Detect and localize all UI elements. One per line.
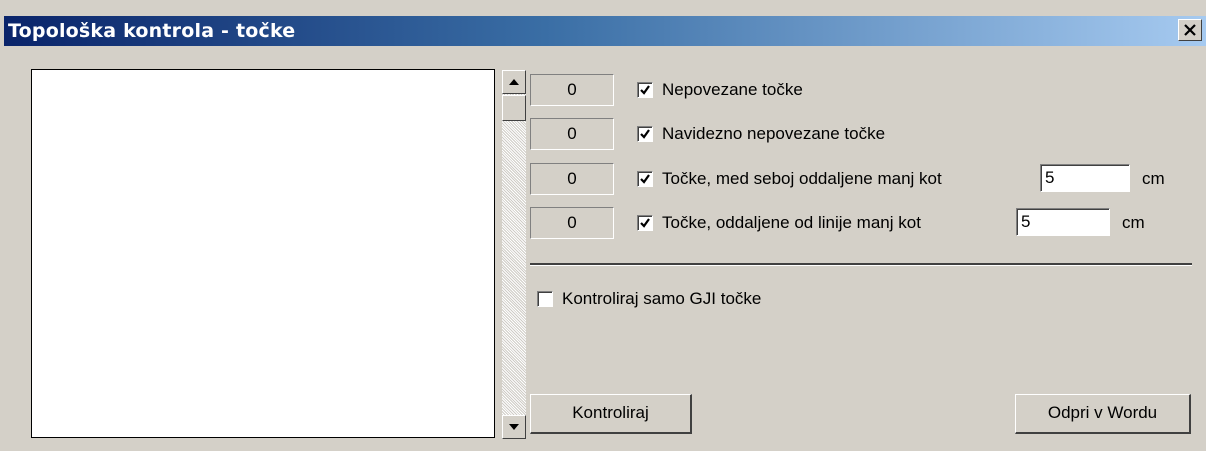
close-icon xyxy=(1184,24,1196,36)
separator-line xyxy=(530,263,1192,266)
scroll-down-arrow-icon xyxy=(509,424,519,430)
checkbox-points-close-together[interactable] xyxy=(637,171,653,187)
open-in-word-button[interactable]: Odpri v Wordu xyxy=(1015,394,1191,434)
checkbox-gji-only[interactable] xyxy=(537,291,553,307)
label-gji-only: Kontroliraj samo GJI točke xyxy=(562,289,762,308)
dialog-window: Topološka kontrola - točke 0 Nepovezane … xyxy=(0,0,1206,451)
count-apparently-unconnected: 0 xyxy=(530,118,614,150)
count-points-close-together: 0 xyxy=(530,163,614,195)
checkbox-apparently-unconnected[interactable] xyxy=(637,126,653,142)
vertical-scrollbar[interactable] xyxy=(502,70,526,439)
checkmark-icon xyxy=(640,218,650,228)
results-listbox[interactable] xyxy=(31,69,526,439)
count-points-close-to-line: 0 xyxy=(530,207,614,239)
distance-line-input[interactable] xyxy=(1016,208,1110,236)
checkbox-points-close-to-line[interactable] xyxy=(637,215,653,231)
label-points-close-together: Točke, med seboj oddaljene manj kot xyxy=(662,169,942,188)
checkbox-unconnected[interactable] xyxy=(637,82,653,98)
checkmark-icon xyxy=(640,174,650,184)
checkmark-icon xyxy=(640,129,650,139)
unit-line-cm: cm xyxy=(1122,213,1145,232)
window-title: Topološka kontrola - točke xyxy=(8,20,296,42)
scroll-up-arrow-icon xyxy=(509,79,519,85)
scroll-down-button[interactable] xyxy=(502,415,526,439)
title-bar[interactable]: Topološka kontrola - točke xyxy=(4,16,1206,46)
label-apparently-unconnected: Navidezno nepovezane točke xyxy=(662,124,886,143)
label-unconnected: Nepovezane točke xyxy=(662,80,803,99)
unit-points-cm: cm xyxy=(1142,169,1165,188)
scroll-up-button[interactable] xyxy=(502,70,526,94)
count-unconnected: 0 xyxy=(530,74,614,106)
checkmark-icon xyxy=(640,85,650,95)
check-button[interactable]: Kontroliraj xyxy=(530,394,692,434)
scroll-thumb[interactable] xyxy=(502,95,526,121)
distance-points-input[interactable] xyxy=(1040,164,1130,192)
close-button[interactable] xyxy=(1178,19,1202,41)
label-points-close-to-line: Točke, oddaljene od linije manj kot xyxy=(662,213,921,232)
